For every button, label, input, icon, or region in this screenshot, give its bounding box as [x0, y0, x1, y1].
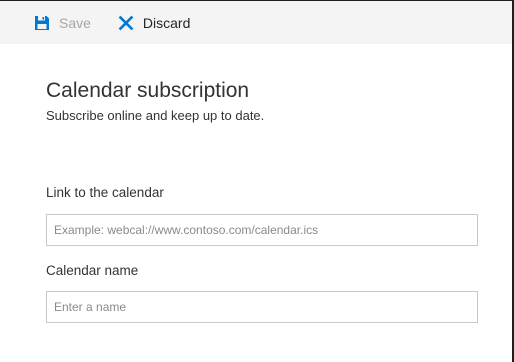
discard-button[interactable]: Discard	[118, 8, 190, 38]
page-title: Calendar subscription	[46, 79, 250, 102]
form-content: Calendar subscription Subscribe online a…	[0, 44, 512, 362]
calendar-name-input[interactable]	[46, 291, 478, 323]
calendar-link-label: Link to the calendar	[46, 185, 164, 200]
calendar-name-label: Calendar name	[46, 263, 139, 278]
save-button[interactable]: Save	[34, 8, 91, 38]
calendar-subscription-panel: Save Discard Calendar subscription Subsc…	[0, 0, 514, 362]
page-subtitle: Subscribe online and keep up to date.	[46, 108, 265, 123]
close-x-icon	[118, 15, 134, 31]
floppy-disk-icon	[34, 15, 50, 31]
save-label: Save	[59, 14, 91, 31]
calendar-link-input[interactable]	[46, 214, 478, 246]
toolbar: Save Discard	[0, 1, 512, 44]
discard-label: Discard	[142, 14, 191, 31]
